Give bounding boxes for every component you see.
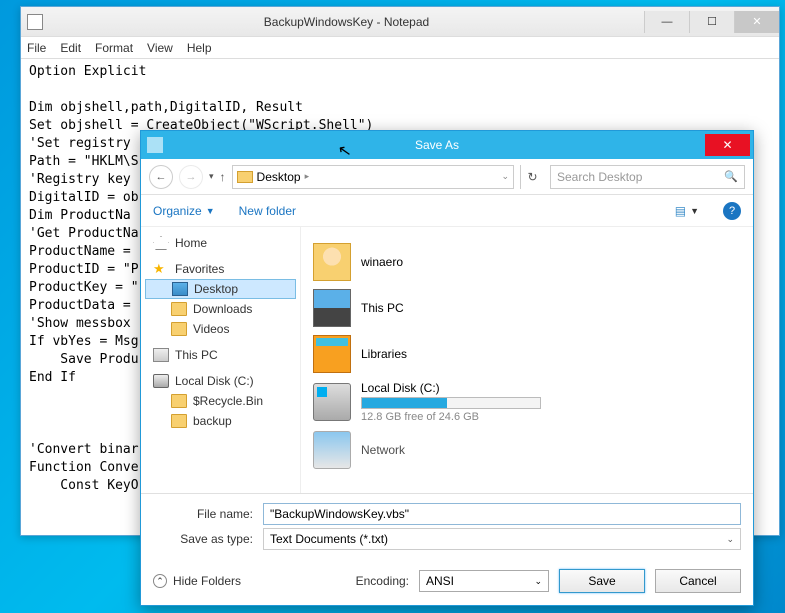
folder-icon xyxy=(171,302,187,316)
chevron-down-icon: ⌄ xyxy=(534,576,542,587)
new-folder-button[interactable]: New folder xyxy=(239,204,296,218)
chevron-right-icon[interactable]: ▸ xyxy=(305,171,310,182)
collapse-icon: ⌃ xyxy=(153,574,167,588)
notepad-icon xyxy=(27,14,43,30)
savetype-select[interactable]: Text Documents (*.txt) ⌄ xyxy=(263,528,741,550)
tree-desktop[interactable]: Desktop xyxy=(145,279,296,299)
item-localdisk[interactable]: Local Disk (C:) 12.8 GB free of 24.6 GB xyxy=(313,381,741,423)
savetype-label: Save as type: xyxy=(153,532,263,546)
hide-folders-button[interactable]: ⌃ Hide Folders xyxy=(153,574,241,588)
chevron-down-icon: ⌄ xyxy=(726,534,734,545)
refresh-button[interactable]: ↻ xyxy=(520,165,544,189)
chevron-down-icon: ▼ xyxy=(206,206,215,216)
encoding-label: Encoding: xyxy=(356,574,409,588)
chevron-down-icon: ▼ xyxy=(690,206,699,216)
filename-label: File name: xyxy=(153,507,263,521)
folder-icon xyxy=(171,414,187,428)
tree-recyclebin[interactable]: $Recycle.Bin xyxy=(145,391,296,411)
dialog-toolbar: Organize ▼ New folder ▤ ▼ ? xyxy=(141,195,753,227)
item-thispc[interactable]: This PC xyxy=(313,289,741,327)
notepad-title: BackupWindowsKey - Notepad xyxy=(49,15,644,29)
libraries-icon xyxy=(313,335,351,373)
file-list[interactable]: winaero This PC Libraries Local Disk (C:… xyxy=(301,227,753,493)
network-icon xyxy=(313,431,351,469)
breadcrumb-location[interactable]: Desktop xyxy=(257,170,301,184)
breadcrumb-bar[interactable]: Desktop ▸ ⌄ xyxy=(232,165,514,189)
tree-videos[interactable]: Videos xyxy=(145,319,296,339)
folder-icon xyxy=(237,171,253,183)
menu-format[interactable]: Format xyxy=(95,41,133,55)
navigation-tree[interactable]: Home ★Favorites Desktop Downloads Videos… xyxy=(141,227,301,493)
star-icon: ★ xyxy=(153,262,169,276)
folder-icon xyxy=(171,394,187,408)
view-options-button[interactable]: ▤ ▼ xyxy=(675,204,699,218)
maximize-button[interactable]: ☐ xyxy=(689,11,734,33)
disk-icon xyxy=(313,383,351,421)
notepad-menu: File Edit Format View Help xyxy=(21,37,779,59)
menu-view[interactable]: View xyxy=(147,41,173,55)
encoding-select[interactable]: ANSI ⌄ xyxy=(419,570,549,592)
back-button[interactable]: ← xyxy=(149,165,173,189)
view-icon: ▤ xyxy=(675,204,686,218)
tree-downloads[interactable]: Downloads xyxy=(145,299,296,319)
save-button[interactable]: Save xyxy=(559,569,645,593)
dialog-close-button[interactable]: ✕ xyxy=(705,134,750,156)
user-folder-icon xyxy=(313,243,351,281)
localdisk-usage: 12.8 GB free of 24.6 GB xyxy=(361,411,741,423)
tree-thispc[interactable]: This PC xyxy=(145,345,296,365)
tree-localdisk[interactable]: Local Disk (C:) xyxy=(145,371,296,391)
menu-help[interactable]: Help xyxy=(187,41,212,55)
tree-backup[interactable]: backup xyxy=(145,411,296,431)
pc-icon xyxy=(313,289,351,327)
search-input[interactable]: Search Desktop 🔍 xyxy=(550,165,745,189)
desktop-icon xyxy=(172,282,188,296)
organize-menu[interactable]: Organize ▼ xyxy=(153,204,215,218)
history-dropdown-icon[interactable]: ▾ xyxy=(209,171,214,182)
disk-icon xyxy=(153,374,169,388)
help-button[interactable]: ? xyxy=(723,202,741,220)
localdisk-name: Local Disk (C:) xyxy=(361,381,741,395)
save-as-dialog: Save As ✕ ← → ▾ ↑ Desktop ▸ ⌄ ↻ Search D… xyxy=(140,130,754,606)
dialog-fields: File name: Save as type: Text Documents … xyxy=(141,494,753,557)
dialog-title: Save As xyxy=(169,138,705,152)
dialog-nav: ← → ▾ ↑ Desktop ▸ ⌄ ↻ Search Desktop 🔍 xyxy=(141,159,753,195)
menu-edit[interactable]: Edit xyxy=(60,41,81,55)
filename-input[interactable] xyxy=(263,503,741,525)
dialog-bottom: ⌃ Hide Folders Encoding: ANSI ⌄ Save Can… xyxy=(141,557,753,605)
cancel-button[interactable]: Cancel xyxy=(655,569,741,593)
dialog-icon xyxy=(147,137,163,153)
home-icon xyxy=(153,236,169,250)
tree-favorites[interactable]: ★Favorites xyxy=(145,259,296,279)
notepad-titlebar[interactable]: BackupWindowsKey - Notepad — ☐ ✕ xyxy=(21,7,779,37)
pc-icon xyxy=(153,348,169,362)
item-winaero[interactable]: winaero xyxy=(313,243,741,281)
search-placeholder: Search Desktop xyxy=(557,170,642,184)
close-button[interactable]: ✕ xyxy=(734,11,779,33)
item-libraries[interactable]: Libraries xyxy=(313,335,741,373)
folder-icon xyxy=(171,322,187,336)
item-network[interactable]: Network xyxy=(313,431,741,469)
menu-file[interactable]: File xyxy=(27,41,46,55)
minimize-button[interactable]: — xyxy=(644,11,689,33)
search-icon: 🔍 xyxy=(724,170,738,183)
dialog-titlebar[interactable]: Save As ✕ xyxy=(141,131,753,159)
forward-button[interactable]: → xyxy=(179,165,203,189)
disk-usage-bar xyxy=(361,397,541,409)
chevron-down-icon[interactable]: ⌄ xyxy=(501,171,509,182)
tree-home[interactable]: Home xyxy=(145,233,296,253)
up-button[interactable]: ↑ xyxy=(220,170,226,184)
